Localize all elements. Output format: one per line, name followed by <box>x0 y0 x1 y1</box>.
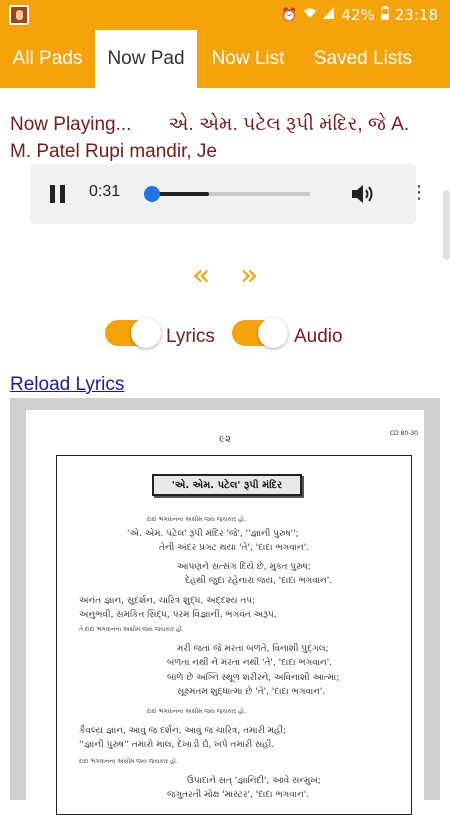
reload-lyrics-link[interactable]: Reload Lyrics <box>10 374 124 396</box>
lyrics-line: 'એ. એમ. પટેલ' રૂપી મંદિર 'જે', ''જ્ઞાની … <box>127 529 299 539</box>
lyrics-heading: 'એ. એમ. પટેલ' રૂપી મંદિર <box>152 474 302 496</box>
lyrics-line: બળતા નથી ને મરતા નથી 'તે', 'દાદા ભગવાન'. <box>167 658 333 668</box>
lyrics-toggle[interactable] <box>105 318 161 348</box>
lyrics-line: દેહથી જુદા રહેનારા જય, 'દાદા ભગવાન'. <box>185 576 333 586</box>
audio-toggle-knob <box>258 318 288 348</box>
more-options-icon[interactable]: ⋮ <box>410 182 428 203</box>
audio-player: 0:31 ⋮ <box>30 164 428 224</box>
lyrics-line: અનુભવી, સમકિત સિદ્ધ, પરમ વિજ્ઞાની, ભગવંત… <box>79 610 277 620</box>
seek-thumb[interactable] <box>144 186 160 202</box>
lyrics-line: તે દાદા ભગવાનના અસીમ જય જયકાર હો. <box>79 626 184 633</box>
tab-saved-lists[interactable]: Saved Lists <box>299 30 427 88</box>
tab-bar: All Pads Now Pad Now List Saved Lists <box>0 30 450 88</box>
tab-all-pads[interactable]: All Pads <box>0 30 95 88</box>
battery-percent: 42% <box>341 6 375 24</box>
lyrics-line: બાળે છે અગ્નિ સ્થૂળ શરીરને, અવિનાશી આત્મ… <box>167 673 340 683</box>
seek-bar-progress <box>152 192 209 196</box>
signal-icon <box>323 7 335 23</box>
seek-bar[interactable] <box>144 186 310 202</box>
pause-button[interactable] <box>50 185 66 203</box>
lyrics-line: ''જ્ઞાની પુરુષ'' તમારો માલ, દેખાડી દ્યે,… <box>79 740 275 750</box>
lyrics-line: મરી જતાં જે મરતાં બળતે, વિનાશી પુદ્ગલ; <box>177 644 329 654</box>
lyrics-line: ઉપાદાને સત્ 'જ્ઞાનિંદી', આવે સન્મુખ; <box>187 776 321 786</box>
cd-code: CD 80-30 <box>389 430 418 437</box>
lyrics-page-viewer[interactable]: ૯૨ CD 80-30 'એ. એમ. પટેલ' રૂપી મંદિર દાદ… <box>10 398 440 815</box>
lyrics-line: સૂક્ષ્મતમ શુદ્ધાત્મા છે 'તે', 'દાદા ભગવા… <box>177 687 326 697</box>
pause-icon <box>50 185 55 203</box>
status-time: 23:18 <box>394 6 438 24</box>
tab-now-pad[interactable]: Now Pad <box>95 30 197 88</box>
page-number: ૯૨ <box>219 434 231 445</box>
now-playing-label: Now Playing... <box>10 114 132 135</box>
lyrics-line: તેની અંદર પ્રગટ થયા 'તે', 'દાદા ભગવાન'. <box>159 543 310 553</box>
tab-now-list[interactable]: Now List <box>197 30 299 88</box>
audio-toggle-label: Audio <box>294 326 343 347</box>
previous-button[interactable]: « <box>192 258 210 293</box>
lyrics-line: કૈવલ્ય જ્ઞાન, આવું જ દર્શન, આવું જ ચારિત… <box>79 726 287 736</box>
current-time: 0:31 <box>89 183 121 200</box>
status-indicators: ⏰ 42% 23:18 <box>281 6 438 24</box>
now-playing-text: Now Playing... એ. એમ. પટેલ રૂપી મંદિર, જ… <box>10 111 430 165</box>
lyrics-page-border: 'એ. એમ. પટેલ' રૂપી મંદિર દાદા ભગવાનના અસ… <box>56 455 412 815</box>
status-bar: ⏰ 42% 23:18 <box>0 0 450 30</box>
audio-toggle[interactable] <box>232 318 288 348</box>
volume-icon[interactable] <box>350 182 376 206</box>
app-notification-icon <box>9 5 29 25</box>
lyrics-toggle-knob <box>131 318 161 348</box>
battery-icon <box>380 6 390 24</box>
alarm-icon: ⏰ <box>281 7 298 23</box>
lyrics-line: દાદા ભગવાનના અસીમ જય જયકાર હો. <box>79 758 178 765</box>
lyrics-line: દાદા ભગવાનના અસીમ જય જયકાર હો. <box>147 708 246 715</box>
lyrics-line: દાદા ભગવાનના અસીમ જય જયકાર હો. <box>147 516 246 523</box>
lyrics-page: ૯૨ CD 80-30 'એ. એમ. પટેલ' રૂપી મંદિર દાદ… <box>26 410 424 815</box>
wifi-icon <box>303 7 317 23</box>
lyrics-toggle-label: Lyrics <box>166 326 215 347</box>
next-button[interactable]: » <box>240 258 258 293</box>
lyrics-line: આપણને સત્સંગ દિયે છે, મુક્ત પુરુષ; <box>177 562 311 572</box>
scrollbar[interactable] <box>443 190 450 260</box>
lyrics-line: અનંત જ્ઞાન, સુદર્શન, ચારિત્ર શુદ્ધ, અદ્દ… <box>79 596 256 606</box>
lyrics-line: જગુતરતી મોક્ષ 'માસ્ટર', 'દાદા ભગવાન'. <box>167 790 310 800</box>
